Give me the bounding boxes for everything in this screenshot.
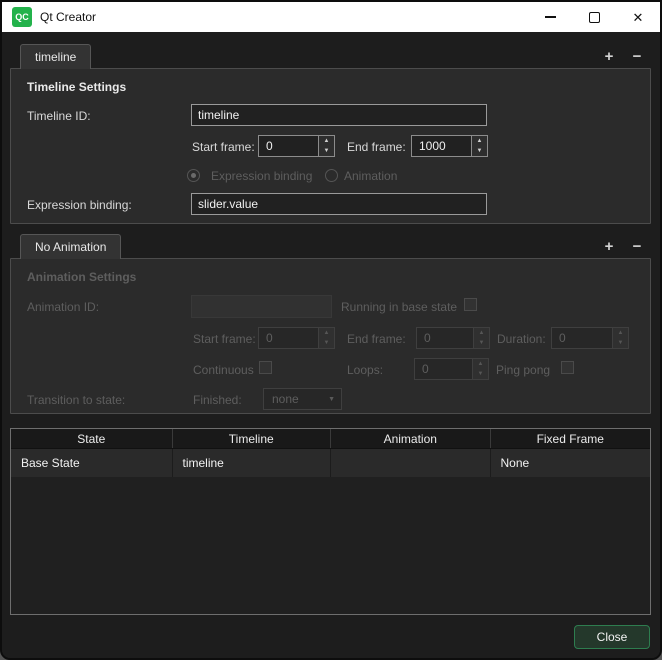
- cell-timeline[interactable]: timeline: [173, 449, 332, 477]
- spin-up-icon: ▲: [613, 328, 628, 338]
- radio-dot-icon: [191, 173, 196, 178]
- end-frame-label: End frame:: [347, 140, 406, 154]
- finished-label: Finished:: [193, 393, 242, 407]
- loops-spinbox: 0 ▲ ▼: [414, 358, 489, 380]
- duration-spinbox: 0 ▲ ▼: [551, 327, 629, 349]
- continuous-label: Continuous: [193, 363, 254, 377]
- duration-arrows: ▲ ▼: [612, 328, 628, 348]
- start-frame-spinbox[interactable]: 0 ▲ ▼: [258, 135, 335, 157]
- dropdown-arrow-icon: ▼: [328, 396, 335, 403]
- states-table: State Timeline Animation Fixed Frame Bas…: [10, 428, 651, 615]
- spin-down-icon: ▼: [473, 369, 488, 379]
- start-frame-value[interactable]: 0: [259, 136, 318, 156]
- anim-end-frame-spinbox: 0 ▲ ▼: [416, 327, 490, 349]
- timeline-settings-pane: Timeline Settings Timeline ID: timeline …: [10, 68, 651, 224]
- table-row[interactable]: Base State timeline None: [11, 449, 650, 477]
- titlebar: QC Qt Creator ✕: [2, 2, 660, 32]
- spin-up-icon: ▲: [319, 328, 334, 338]
- close-icon: ✕: [633, 11, 644, 24]
- expression-binding-label: Expression binding:: [27, 198, 132, 212]
- animation-id-label: Animation ID:: [27, 300, 99, 314]
- states-table-header: State Timeline Animation Fixed Frame: [11, 429, 650, 449]
- cell-fixed-frame[interactable]: None: [491, 449, 651, 477]
- add-timeline-button[interactable]: +: [600, 46, 618, 66]
- spin-up-icon: ▲: [473, 359, 488, 369]
- anim-end-frame-value: 0: [417, 328, 473, 348]
- window-title: Qt Creator: [40, 10, 96, 24]
- column-header-state[interactable]: State: [11, 429, 173, 448]
- end-frame-arrows[interactable]: ▲ ▼: [471, 136, 487, 156]
- spin-up-icon[interactable]: ▲: [472, 136, 487, 146]
- timeline-id-input[interactable]: timeline: [191, 104, 487, 126]
- cell-animation[interactable]: [331, 449, 491, 477]
- cell-state[interactable]: Base State: [11, 449, 173, 477]
- anim-end-frame-label: End frame:: [347, 332, 406, 346]
- add-animation-button[interactable]: +: [600, 236, 618, 256]
- expression-binding-radio-label: Expression binding: [211, 169, 312, 183]
- start-frame-label: Start frame:: [192, 140, 255, 154]
- running-in-base-state-label: Running in base state: [341, 300, 457, 314]
- anim-start-frame-label: Start frame:: [193, 332, 256, 346]
- timeline-settings-heading: Timeline Settings: [27, 80, 126, 94]
- remove-timeline-button[interactable]: −: [628, 46, 646, 66]
- window-controls: ✕: [528, 2, 660, 32]
- loops-value: 0: [415, 359, 472, 379]
- maximize-icon: [589, 12, 600, 23]
- spin-down-icon: ▼: [613, 338, 628, 348]
- column-header-fixed-frame[interactable]: Fixed Frame: [491, 429, 651, 448]
- close-window-button[interactable]: ✕: [616, 2, 660, 32]
- close-button[interactable]: Close: [574, 625, 650, 649]
- anim-start-frame-arrows: ▲ ▼: [318, 328, 334, 348]
- maximize-button[interactable]: [572, 2, 616, 32]
- spin-down-icon: ▼: [474, 338, 489, 348]
- finished-dropdown: none ▼: [263, 388, 342, 410]
- anim-start-frame-spinbox: 0 ▲ ▼: [258, 327, 335, 349]
- animation-id-input: [191, 295, 332, 318]
- duration-label: Duration:: [497, 332, 546, 346]
- start-frame-arrows[interactable]: ▲ ▼: [318, 136, 334, 156]
- column-header-animation[interactable]: Animation: [331, 429, 491, 448]
- transition-to-state-label: Transition to state:: [27, 393, 125, 407]
- animation-radio: [325, 169, 338, 182]
- animation-settings-heading: Animation Settings: [27, 270, 136, 284]
- finished-dropdown-value: none: [272, 392, 328, 406]
- remove-animation-button[interactable]: −: [628, 236, 646, 256]
- tab-timeline[interactable]: timeline: [20, 44, 91, 69]
- spin-down-icon[interactable]: ▼: [319, 146, 334, 156]
- timeline-id-label: Timeline ID:: [27, 109, 91, 123]
- anim-start-frame-value: 0: [259, 328, 318, 348]
- tab-no-animation[interactable]: No Animation: [20, 234, 121, 259]
- expression-binding-radio: [187, 169, 200, 182]
- end-frame-spinbox[interactable]: 1000 ▲ ▼: [411, 135, 488, 157]
- running-in-base-state-checkbox: [464, 298, 477, 311]
- minimize-icon: [545, 16, 556, 17]
- qt-creator-window: QC Qt Creator ✕ timeline + − Timeline Se…: [0, 0, 662, 660]
- ping-pong-label: Ping pong: [496, 363, 550, 377]
- column-header-timeline[interactable]: Timeline: [173, 429, 332, 448]
- minimize-button[interactable]: [528, 2, 572, 32]
- end-frame-value[interactable]: 1000: [412, 136, 471, 156]
- loops-arrows: ▲ ▼: [472, 359, 488, 379]
- ping-pong-checkbox: [561, 361, 574, 374]
- spin-up-icon[interactable]: ▲: [319, 136, 334, 146]
- loops-label: Loops:: [347, 363, 383, 377]
- qt-creator-logo-icon: QC: [12, 7, 32, 27]
- continuous-checkbox: [259, 361, 272, 374]
- spin-down-icon: ▼: [319, 338, 334, 348]
- animation-settings-pane: Animation Settings Animation ID: Running…: [10, 258, 651, 414]
- spin-down-icon[interactable]: ▼: [472, 146, 487, 156]
- spin-up-icon: ▲: [474, 328, 489, 338]
- expression-binding-input[interactable]: slider.value: [191, 193, 487, 215]
- anim-end-frame-arrows: ▲ ▼: [473, 328, 489, 348]
- duration-value: 0: [552, 328, 612, 348]
- dialog-content: timeline + − Timeline Settings Timeline …: [2, 32, 660, 658]
- animation-radio-label: Animation: [344, 169, 397, 183]
